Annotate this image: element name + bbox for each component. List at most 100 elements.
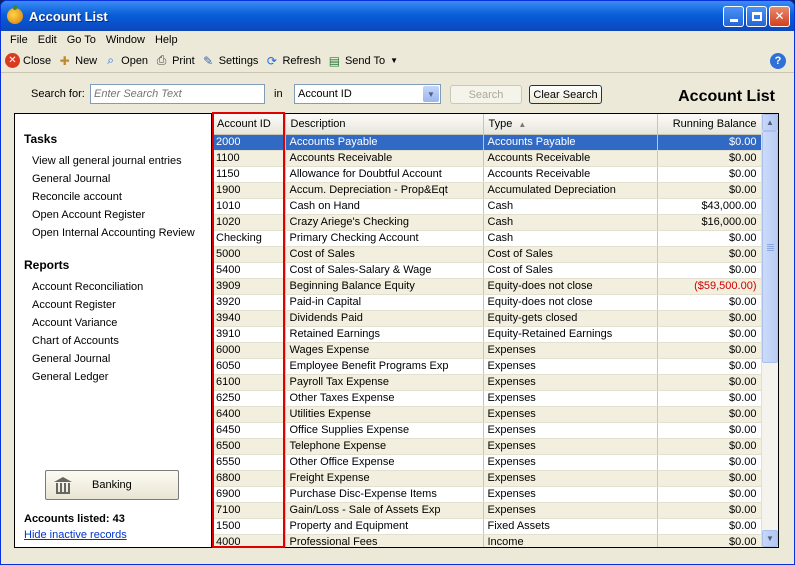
hide-inactive-link[interactable]: Hide inactive records [24,529,127,541]
table-row[interactable]: 6400 Utilities Expense Expenses $0.00 [212,406,762,423]
table-row[interactable]: 1500 Property and Equipment Fixed Assets $0… [212,518,762,535]
account-id-cell: 6900 [212,486,286,503]
type-cell: Fixed Assets [483,518,658,535]
minimize-button[interactable] [723,5,744,27]
table-row[interactable]: Checking Primary Checking Account Cash $0.0… [212,230,762,247]
table-row[interactable]: 1150 Allowance for Doubtful Account Accoun… [212,166,762,183]
report-link[interactable]: Account Register [15,296,211,314]
table-row[interactable]: 3940 Dividends Paid Equity-gets closed $0.0… [212,310,762,327]
type-cell: Cost of Sales [483,246,658,263]
maximize-button[interactable] [746,5,767,27]
refresh-button[interactable]: ⟳ Refresh [264,53,321,68]
description-cell: Cost of Sales [285,246,484,263]
account-id-cell: 1150 [212,166,286,183]
new-button[interactable]: ✚ New [57,53,98,68]
type-cell: Expenses [483,358,658,375]
running-balance-cell: $0.00 [657,262,762,279]
report-link[interactable]: Chart of Accounts [15,332,211,350]
description-cell: Accounts Payable [285,134,484,151]
task-link[interactable]: Open Account Register [15,206,211,224]
clear-search-button[interactable]: Clear Search [529,85,602,104]
column-header-description[interactable]: Description [285,114,484,135]
table-row[interactable]: 1020 Crazy Ariege's Checking Cash $16,000.0… [212,214,762,231]
vertical-scrollbar[interactable]: ▲ ▼ [761,114,778,547]
account-id-cell: 7100 [212,502,286,519]
report-link[interactable]: General Ledger [15,368,211,386]
report-link[interactable]: Account Reconciliation [15,278,211,296]
tasks-heading: Tasks [24,132,58,146]
table-row[interactable]: 6050 Employee Benefit Programs Exp Expense… [212,358,762,375]
report-link[interactable]: General Journal [15,350,211,368]
description-cell: Telephone Expense [285,438,484,455]
account-id-cell: 3909 [212,278,286,295]
task-link[interactable]: Open Internal Accounting Review [15,224,211,242]
table-row[interactable]: 6500 Telephone Expense Expenses $0.00 [212,438,762,455]
search-input[interactable] [90,84,265,104]
column-header-type[interactable]: Type ▲ [483,114,658,135]
running-balance-cell: $16,000.00 [657,214,762,231]
search-button[interactable]: Search [450,85,522,104]
column-header-account-id[interactable]: Account ID [212,114,286,135]
type-cell: Expenses [483,502,658,519]
account-table: Account ID Description Type ▲ Running Bal… [212,114,762,547]
table-row[interactable]: 6900 Purchase Disc-Expense Items Expenses $… [212,486,762,503]
running-balance-cell: $0.00 [657,230,762,247]
report-link[interactable]: Account Variance [15,314,211,332]
menu-edit[interactable]: Edit [33,34,62,46]
type-cell: Accumulated Depreciation [483,182,658,199]
account-grid: Account ID Description Type ▲ Running Bal… [211,113,779,548]
help-icon[interactable]: ? [770,53,786,69]
table-row[interactable]: 1100 Accounts Receivable Accounts Receivab… [212,150,762,167]
task-link[interactable]: View all general journal entries [15,152,211,170]
running-balance-cell: $0.00 [657,534,762,547]
task-link[interactable]: General Journal [15,170,211,188]
table-row[interactable]: 3909 Beginning Balance Equity Equity-does … [212,278,762,295]
chevron-down-icon: ▼ [390,56,399,65]
description-cell: Wages Expense [285,342,484,359]
table-row[interactable]: 6550 Other Office Expense Expenses $0.00 [212,454,762,471]
menu-window[interactable]: Window [101,34,150,46]
table-row[interactable]: 7100 Gain/Loss - Sale of Assets Exp Expens… [212,502,762,519]
open-button[interactable]: ⌕ Open [103,53,148,68]
account-id-cell: 1500 [212,518,286,535]
send-to-button[interactable]: ▤ Send To ▼ [327,53,398,68]
search-field-select[interactable]: Account ID ▼ [294,84,441,104]
table-row[interactable]: 1010 Cash on Hand Cash $43,000.00 [212,198,762,215]
account-id-cell: 5400 [212,262,286,279]
scroll-up-icon[interactable]: ▲ [762,114,778,131]
table-row[interactable]: 6450 Office Supplies Expense Expenses $0.00 [212,422,762,439]
print-button[interactable]: ⎙ Print [154,53,195,68]
menu-go-to[interactable]: Go To [62,34,101,46]
account-id-cell: 6000 [212,342,286,359]
menu-file[interactable]: File [5,34,33,46]
table-row[interactable]: 3920 Paid-in Capital Equity-does not close… [212,294,762,311]
close-window-button[interactable]: ✕ [769,5,790,27]
table-row[interactable]: 5400 Cost of Sales-Salary & Wage Cost of S… [212,262,762,279]
table-row[interactable]: 6100 Payroll Tax Expense Expenses $0.00 [212,374,762,391]
chevron-down-icon[interactable]: ▼ [423,86,439,102]
column-header-running-balance[interactable]: Running Balance [657,114,762,135]
scroll-down-icon[interactable]: ▼ [762,530,778,547]
title-bar[interactable]: Account List ✕ [1,1,794,31]
toolbar: ✕ Close ✚ New ⌕ Open ⎙ Print ✎ Settings ⟳ Refr… [1,49,794,73]
table-row[interactable]: 3910 Retained Earnings Equity-Retained Ear… [212,326,762,343]
table-row[interactable]: 1900 Accum. Depreciation - Prop&Eqt Accumu… [212,182,762,199]
scrollbar-thumb[interactable] [762,131,778,363]
table-row[interactable]: 4000 Professional Fees Income $0.00 [212,534,762,547]
table-row[interactable]: 6250 Other Taxes Expense Expenses $0.00 [212,390,762,407]
banking-button[interactable]: Banking [45,470,179,500]
table-row[interactable]: 6000 Wages Expense Expenses $0.00 [212,342,762,359]
table-row[interactable]: 5000 Cost of Sales Cost of Sales $0.00 [212,246,762,263]
type-cell: Expenses [483,422,658,439]
description-cell: Retained Earnings [285,326,484,343]
close-button[interactable]: ✕ Close [5,53,51,68]
table-row[interactable]: 6800 Freight Expense Expenses $0.00 [212,470,762,487]
menu-help[interactable]: Help [150,34,183,46]
task-link[interactable]: Reconcile account [15,188,211,206]
table-row[interactable]: 2000 Accounts Payable Accounts Payable $0.0… [212,134,762,151]
menu-bar: File Edit Go To Window Help [1,31,794,49]
settings-button[interactable]: ✎ Settings [201,53,258,68]
type-cell: Accounts Receivable [483,150,658,167]
description-cell: Gain/Loss - Sale of Assets Exp [285,502,484,519]
close-icon: ✕ [5,53,20,68]
